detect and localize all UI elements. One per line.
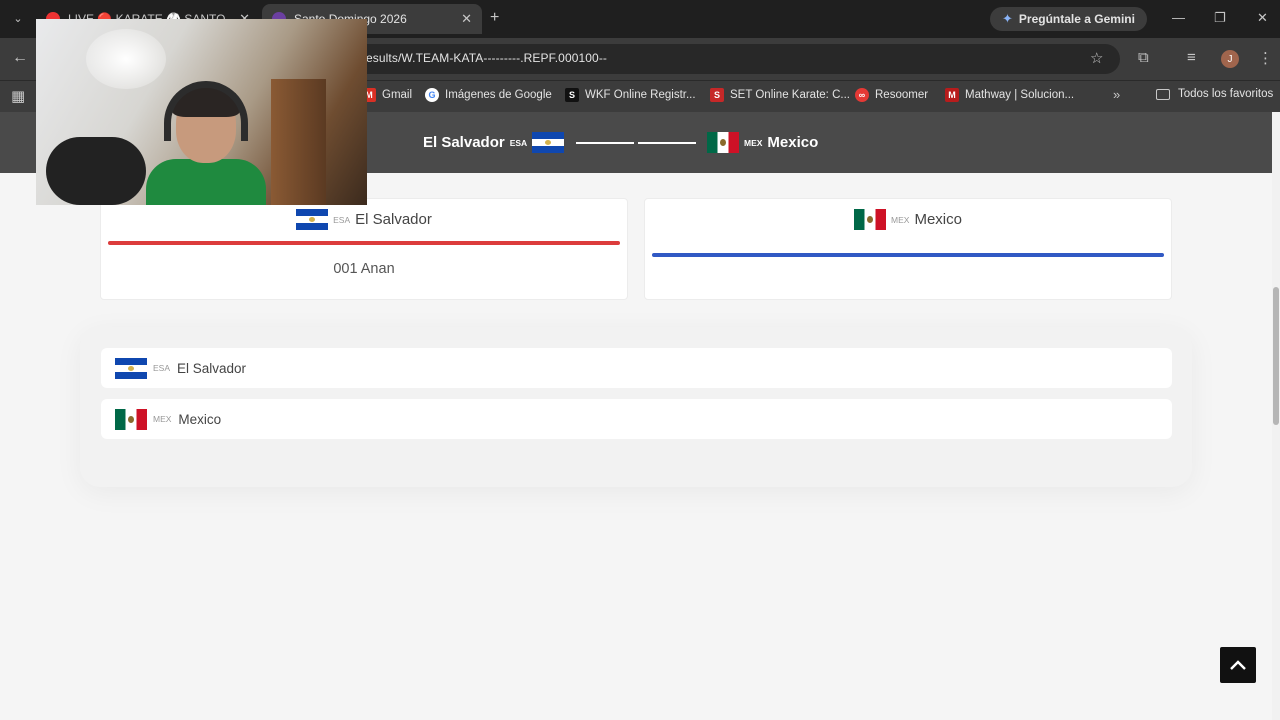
- url-text[interactable]: esults/W.TEAM-KATA---------.REPF.000100-…: [366, 51, 607, 65]
- team-name: Mexico: [914, 211, 962, 228]
- match-left-team: El Salvador ESA: [423, 132, 565, 153]
- close-window-icon[interactable]: ✕: [1257, 10, 1268, 26]
- bookmark-label: Imágenes de Google: [445, 89, 552, 101]
- more-bookmarks-icon[interactable]: »: [1113, 87, 1120, 102]
- blue-accent-bar: [652, 253, 1164, 257]
- ranking-row[interactable]: ESA El Salvador: [101, 348, 1172, 388]
- bookmark-resoomer[interactable]: ∞ Resoomer: [855, 88, 928, 102]
- bookmark-label: WKF Online Registr...: [585, 89, 696, 101]
- webcam-door: [271, 79, 326, 205]
- gemini-label: Pregúntale a Gemini: [1018, 12, 1135, 26]
- team-code: MEX: [744, 137, 763, 148]
- resoomer-icon: ∞: [855, 88, 869, 102]
- tab-close-icon[interactable]: ✕: [461, 11, 472, 27]
- mexico-flag-icon: [707, 132, 739, 153]
- scroll-to-top-button[interactable]: [1220, 647, 1256, 683]
- team-code: MEX: [891, 214, 910, 225]
- athlete-name: 001 Anan: [333, 261, 395, 277]
- bookmark-gmail[interactable]: M Gmail: [362, 88, 412, 102]
- webcam-arm: [46, 137, 146, 205]
- team-code: MEX: [153, 414, 172, 424]
- card-header: MEX Mexico: [645, 209, 1171, 230]
- minimize-icon[interactable]: —: [1172, 10, 1185, 25]
- red-accent-bar: [108, 241, 620, 245]
- team-code: ESA: [153, 363, 171, 373]
- team-name: Mexico: [767, 134, 819, 151]
- red-competitor-card: ESA El Salvador 001 Anan: [100, 198, 628, 300]
- back-arrow-icon[interactable]: ←: [12, 49, 28, 67]
- chevron-up-icon: [1230, 660, 1246, 670]
- tab-search-icon[interactable]: ⌄: [8, 8, 28, 28]
- gemini-button[interactable]: ✦ Pregúntale a Gemini: [990, 7, 1147, 31]
- match-right-team: MEX Mexico: [707, 132, 818, 153]
- score-divider: [638, 142, 696, 144]
- el-salvador-flag-icon: [532, 132, 565, 153]
- el-salvador-flag-icon: [296, 209, 329, 230]
- webcam-person-body: [146, 159, 266, 205]
- scrollbar-thumb[interactable]: [1273, 287, 1279, 425]
- bookmark-label: SET Online Karate: C...: [730, 89, 850, 101]
- all-bookmarks-button[interactable]: Todos los favoritos: [1156, 88, 1273, 100]
- card-header: ESA El Salvador: [101, 209, 627, 230]
- team-name: Mexico: [178, 411, 222, 427]
- bookmark-google-images[interactable]: G Imágenes de Google: [425, 88, 552, 102]
- new-tab-icon[interactable]: +: [490, 9, 499, 27]
- google-icon: G: [425, 88, 439, 102]
- menu-dots-icon[interactable]: ⋮: [1258, 49, 1273, 67]
- folder-icon: [1156, 88, 1170, 100]
- apps-grid-icon[interactable]: ▦: [11, 87, 25, 105]
- webcam-overlay: [36, 19, 367, 205]
- mathway-icon: M: [945, 88, 959, 102]
- bookmark-label: Resoomer: [875, 89, 929, 101]
- set-icon: S: [710, 88, 724, 102]
- team-name: El Salvador: [355, 211, 432, 228]
- bookmark-star-icon[interactable]: ☆: [1090, 49, 1103, 67]
- score-divider: [576, 142, 634, 144]
- headset-icon: [164, 81, 248, 141]
- team-code: ESA: [333, 214, 351, 225]
- mexico-flag-icon: [854, 209, 887, 230]
- bookmark-mathway[interactable]: M Mathway | Solucion...: [945, 88, 1074, 102]
- team-name: El Salvador: [423, 134, 505, 151]
- media-controls-icon[interactable]: ≡: [1187, 49, 1196, 66]
- page-scrollbar[interactable]: [1272, 112, 1280, 720]
- gemini-icon: ✦: [1002, 11, 1013, 26]
- bookmark-wkf[interactable]: S WKF Online Registr...: [565, 88, 696, 102]
- all-bookmarks-label: Todos los favoritos: [1178, 88, 1274, 100]
- ranking-row[interactable]: MEX Mexico: [101, 399, 1172, 439]
- bookmark-label: Gmail: [382, 89, 413, 101]
- extensions-icon[interactable]: ⧉: [1138, 49, 1149, 66]
- webcam-light: [86, 29, 166, 89]
- team-name: El Salvador: [177, 360, 247, 376]
- blue-competitor-card: MEX Mexico: [644, 198, 1172, 300]
- avatar[interactable]: J: [1221, 50, 1239, 68]
- bookmark-label: Mathway | Solucion...: [965, 89, 1075, 101]
- el-salvador-flag-icon: [115, 357, 147, 379]
- maximize-icon[interactable]: ❐: [1214, 10, 1226, 26]
- mexico-flag-icon: [115, 408, 147, 430]
- team-code: ESA: [509, 137, 528, 148]
- wkf-icon: S: [565, 88, 579, 102]
- bookmark-set[interactable]: S SET Online Karate: C...: [710, 88, 850, 102]
